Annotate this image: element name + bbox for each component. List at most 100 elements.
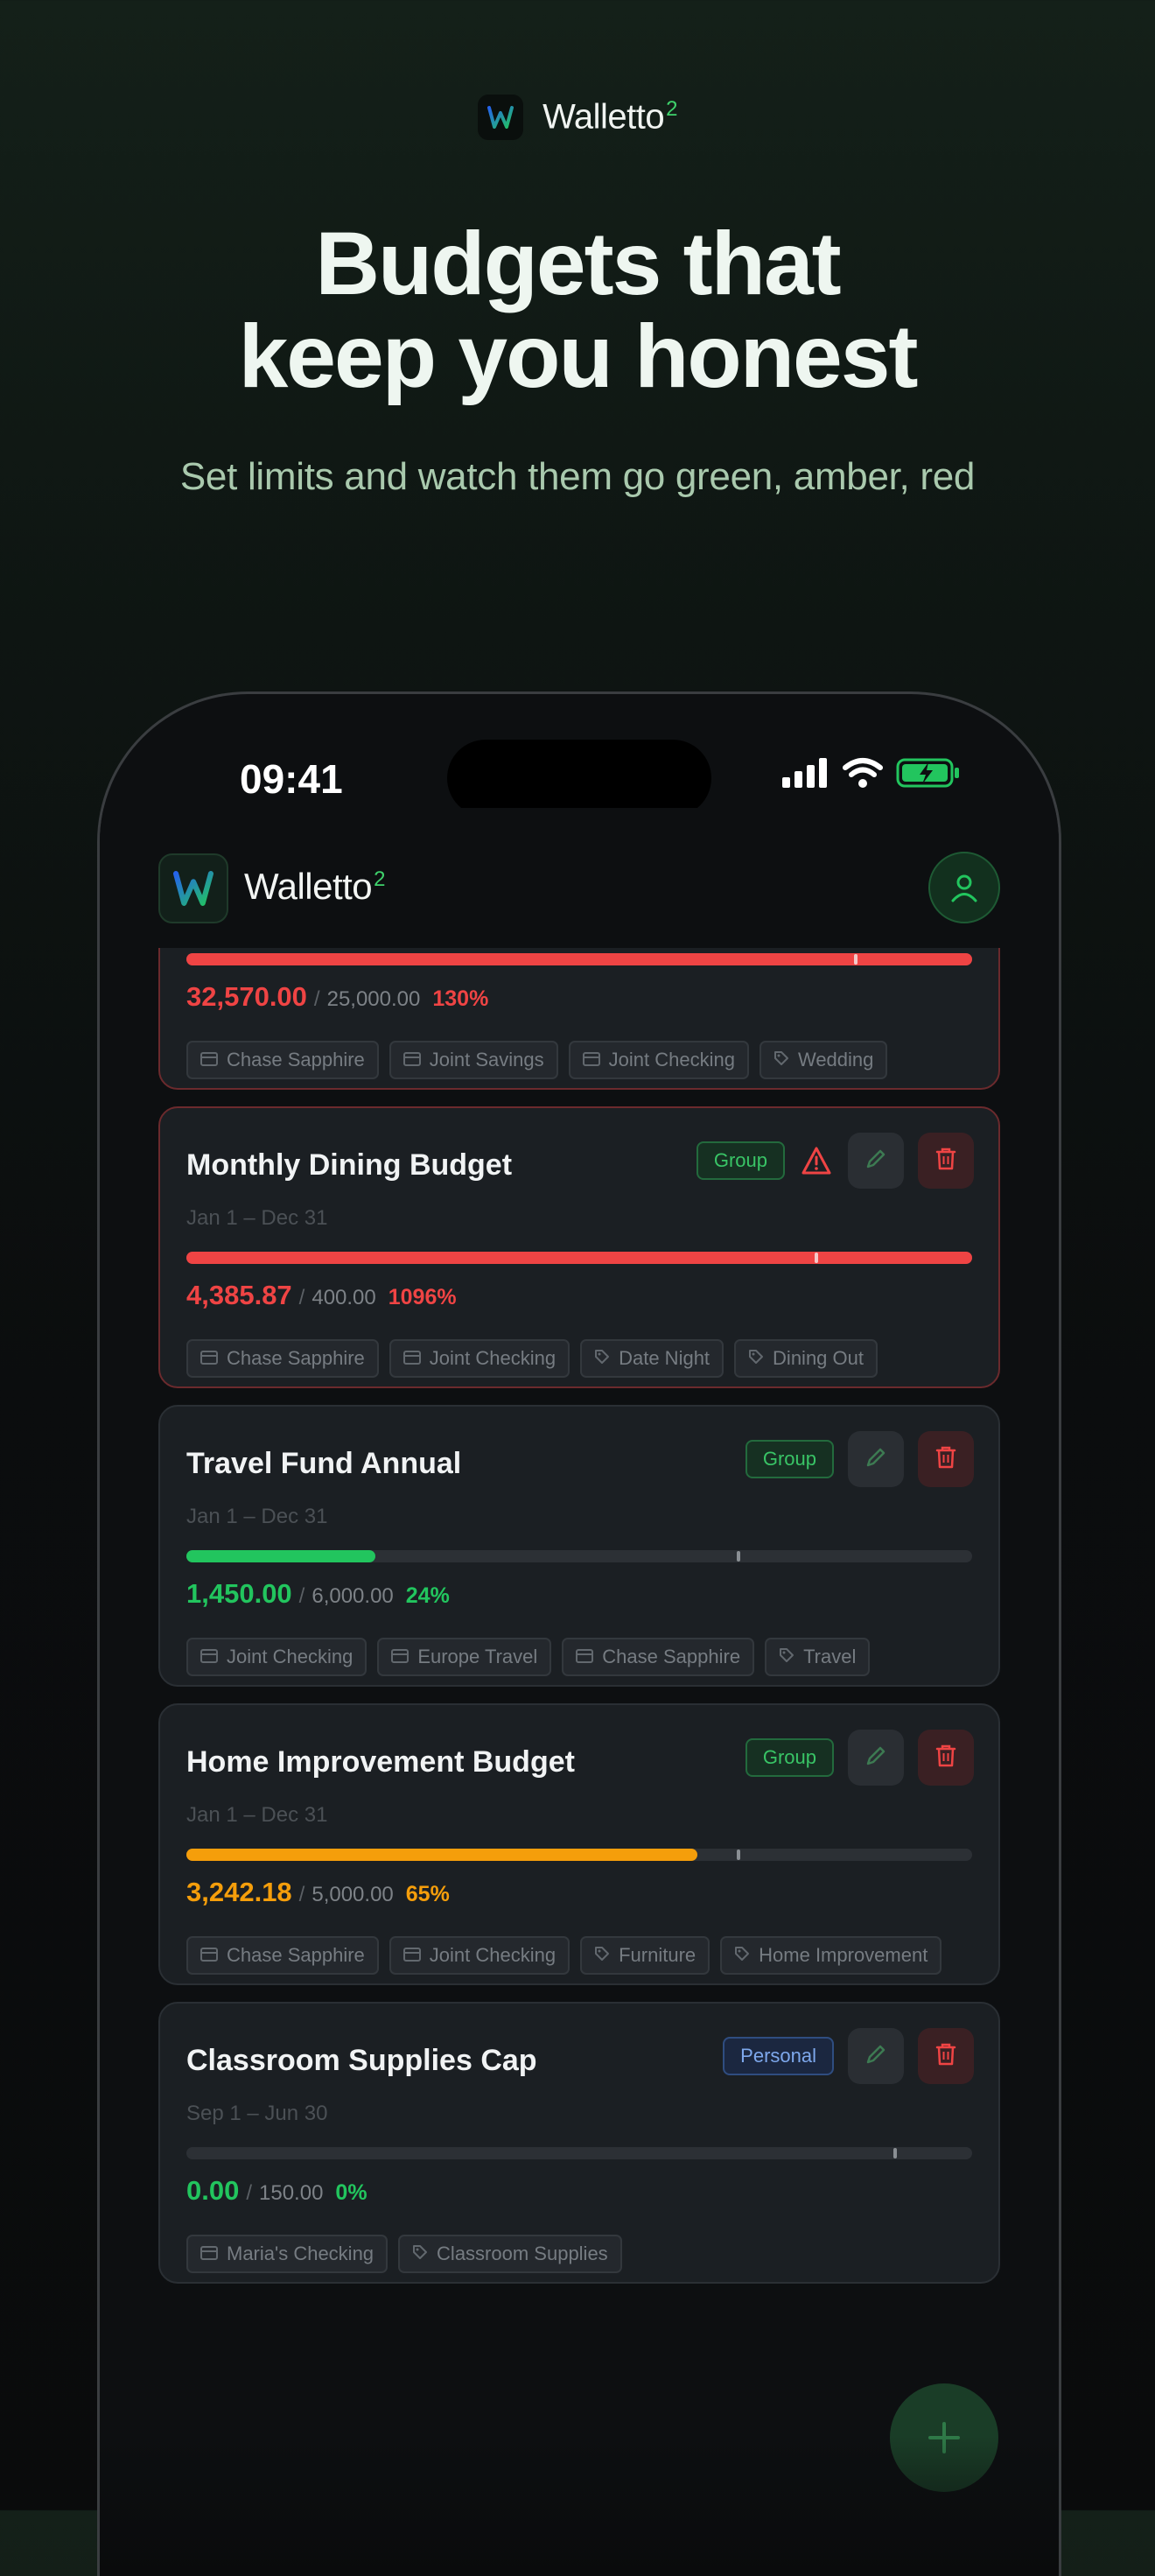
budget-tag: Joint Checking <box>388 1339 570 1378</box>
budget-progress-fill <box>186 1849 697 1861</box>
budget-progress-bar <box>186 1252 972 1264</box>
budget-progress-marker <box>854 954 858 965</box>
card-icon <box>576 1646 594 1668</box>
budget-spent: 1,450.00 <box>186 1578 292 1609</box>
card-icon <box>200 1049 218 1071</box>
trash-icon <box>934 1444 958 1475</box>
app-logo-icon <box>158 853 228 923</box>
budget-date-range: Jan 1 – Dec 31 <box>186 1505 328 1528</box>
budget-limit: 400.00 <box>312 1286 376 1309</box>
budget-percent: 65% <box>405 1882 450 1906</box>
budget-type-badge: Personal <box>723 2037 834 2075</box>
plus-icon <box>928 2422 960 2453</box>
card-actions: Group <box>745 1730 974 1786</box>
budget-date-range: Sep 1 – Jun 30 <box>186 2102 328 2125</box>
profile-button[interactable] <box>928 852 1000 923</box>
budget-type-badge: Group <box>745 1440 834 1478</box>
budget-tag: Classroom Supplies <box>398 2235 622 2273</box>
card-actions: Personal <box>723 2028 974 2084</box>
budget-tag: Maria's Checking <box>186 2235 388 2273</box>
tag-label: Chase Sapphire <box>227 1944 365 1966</box>
tag-icon <box>594 1944 610 1967</box>
delete-button[interactable] <box>918 1730 974 1786</box>
card-icon <box>402 1347 421 1370</box>
delete-button[interactable] <box>918 1431 974 1487</box>
add-budget-button[interactable] <box>890 2383 998 2492</box>
budget-limit: 25,000.00 <box>326 987 421 1011</box>
budget-amounts: 0.00/150.00 0% <box>186 2175 368 2207</box>
tag-icon <box>594 1347 610 1370</box>
budget-tag: Joint Checking <box>388 1936 570 1975</box>
tag-icon <box>779 1646 794 1668</box>
brand-name: Walletto2 <box>542 97 677 137</box>
phone-frame: 09:41 Walletto2 Jan 1 – Sep 3032,570.00/… <box>97 691 1061 2576</box>
tag-label: Furniture <box>619 1944 696 1966</box>
budget-card[interactable]: Classroom Supplies Cap Personal Sep 1 – Ju… <box>158 2002 1000 2284</box>
budget-limit: 5,000.00 <box>312 1883 394 1906</box>
tag-label: Joint Checking <box>429 1944 556 1966</box>
amount-separator: / <box>298 1584 305 1608</box>
user-icon <box>951 874 977 902</box>
card-icon <box>402 1944 421 1967</box>
pencil-icon <box>863 1444 889 1475</box>
budget-tag: Europe Travel <box>377 1638 552 1676</box>
status-time: 09:41 <box>240 756 343 802</box>
budget-tag: Home Improvement <box>720 1936 942 1975</box>
hero-headline: Budgets that keep you honest <box>238 214 919 406</box>
signal-icon <box>782 758 830 792</box>
delete-button[interactable] <box>918 2028 974 2084</box>
app-header: Walletto2 <box>100 808 1059 948</box>
edit-button[interactable] <box>848 2028 904 2084</box>
tag-label: Joint Checking <box>429 1347 556 1369</box>
tag-label: Travel <box>803 1646 857 1667</box>
tag-label: Joint Checking <box>227 1646 354 1667</box>
budget-tag: Joint Checking <box>186 1638 368 1676</box>
budget-title: Monthly Dining Budget <box>186 1148 513 1182</box>
budget-tag: Chase Sapphire <box>186 1936 379 1975</box>
tag-icon <box>734 1944 750 1967</box>
budget-card[interactable]: Monthly Dining Budget Group Jan 1 – Dec 31… <box>158 1106 1000 1388</box>
tag-label: Wedding <box>797 1049 874 1070</box>
budget-progress-bar <box>186 953 972 965</box>
budget-percent: 24% <box>405 1583 450 1608</box>
edit-button[interactable] <box>848 1431 904 1487</box>
tag-label: Date Night <box>619 1347 710 1369</box>
card-icon <box>200 1646 218 1668</box>
budget-title: Home Improvement Budget <box>186 1745 575 1779</box>
trash-icon <box>934 1743 958 1773</box>
card-icon <box>582 1049 600 1071</box>
edit-button[interactable] <box>848 1133 904 1189</box>
tag-label: Joint Savings <box>429 1049 544 1070</box>
budget-date-range: Jan 1 – Dec 31 <box>186 1803 328 1827</box>
battery-icon <box>896 757 961 793</box>
budget-amounts: 3,242.18 / 5,000.00 65% <box>186 1877 450 1908</box>
budget-tags: Chase Sapphire Joint Savings Joint Checkin… <box>186 1041 888 1079</box>
tag-label: Dining Out <box>773 1347 864 1369</box>
budget-tag: Joint Checking <box>568 1041 749 1079</box>
budget-progress-marker <box>736 1850 740 1860</box>
edit-button[interactable] <box>848 1730 904 1786</box>
budget-card[interactable]: Home Improvement Budget Group Jan 1 – Dec … <box>158 1703 1000 1985</box>
card-actions: Group <box>696 1133 974 1189</box>
budget-card[interactable]: Travel Fund Annual Group Jan 1 – Dec 31 1,4… <box>158 1405 1000 1687</box>
budget-tag: Date Night <box>580 1339 724 1378</box>
tag-label: Chase Sapphire <box>227 1347 365 1369</box>
budget-title: Classroom Supplies Cap <box>186 2044 537 2077</box>
budget-progress-bar <box>186 2147 972 2159</box>
status-bar: 09:41 <box>100 694 1059 817</box>
budget-progress-bar <box>186 1550 972 1562</box>
amount-separator: / <box>298 1883 305 1906</box>
budget-tag: Travel <box>765 1638 871 1676</box>
amount-separator: / <box>298 1286 305 1309</box>
budget-tag: Joint Savings <box>388 1041 558 1079</box>
budget-progress-marker <box>736 1551 740 1562</box>
delete-button[interactable] <box>918 1133 974 1189</box>
budget-progress-marker <box>815 1253 819 1263</box>
tag-label: Chase Sapphire <box>227 1049 365 1070</box>
budget-amounts: 1,450.00/ 6,000.00 24% <box>186 1578 450 1610</box>
budget-tags: Maria's Checking Classroom Supplies <box>186 2235 622 2273</box>
budget-type-badge: Group <box>745 1738 834 1777</box>
card-icon <box>200 1944 218 1967</box>
budget-percent: 1096% <box>388 1285 457 1309</box>
budget-percent: 130% <box>432 986 489 1011</box>
